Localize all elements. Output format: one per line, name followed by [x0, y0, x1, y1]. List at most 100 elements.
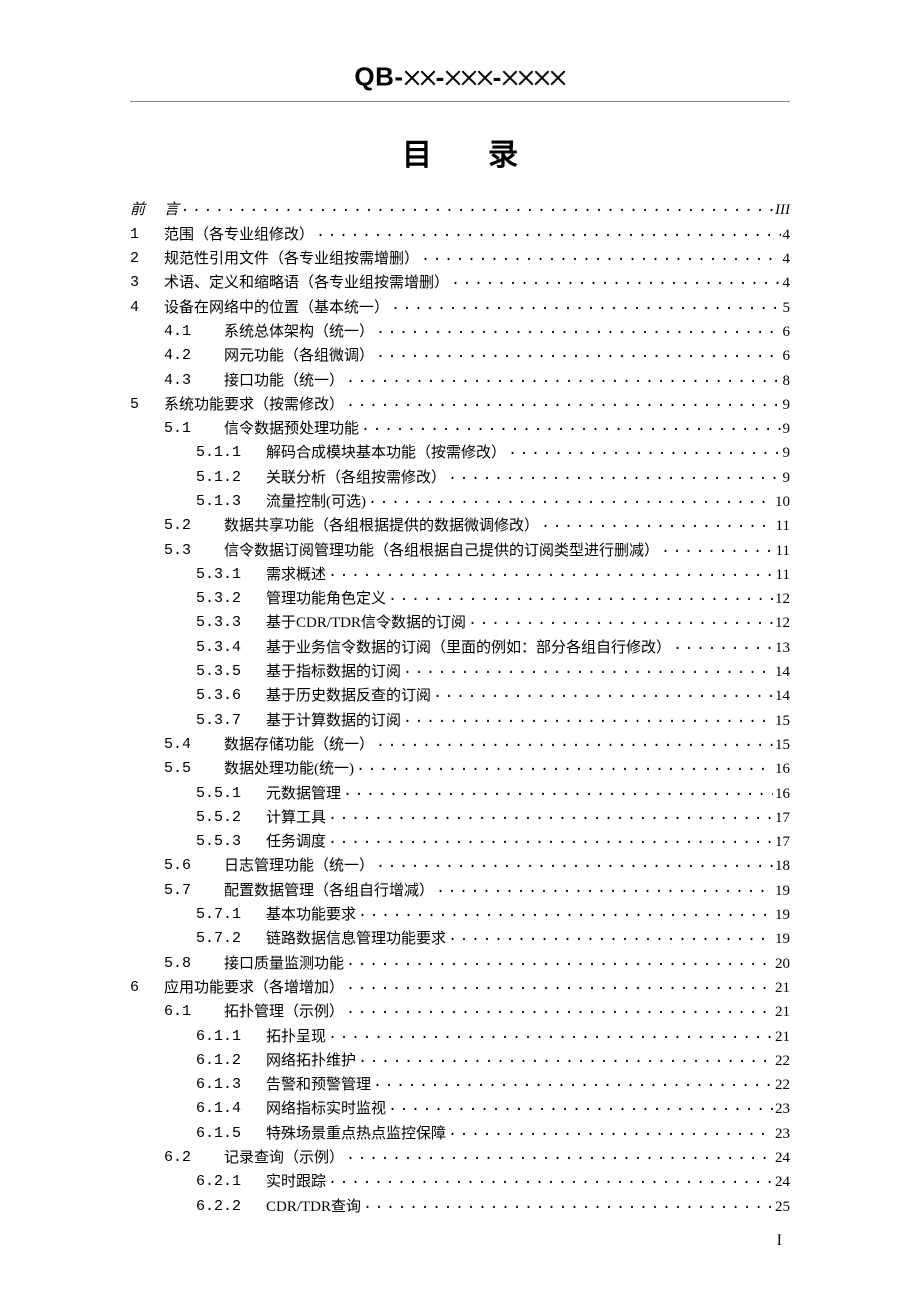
toc-text: 基于指标数据的订阅: [266, 660, 401, 684]
toc-entry[interactable]: 6.1.2网络拓扑维护22: [130, 1049, 790, 1073]
toc-leader: [541, 514, 774, 538]
doc-header: QB---: [130, 60, 790, 102]
toc-entry[interactable]: 5.5.3任务调度17: [130, 830, 790, 854]
toc-leader: [346, 1146, 773, 1170]
toc-entry[interactable]: 6.2.2CDR/TDR查询25: [130, 1195, 790, 1219]
toc-entry[interactable]: 6.1.5特殊场景重点热点监控保障23: [130, 1122, 790, 1146]
toc-page: 8: [783, 369, 791, 393]
toc-leader: [448, 1122, 773, 1146]
toc-entry[interactable]: 6应用功能要求（各增增加）21: [130, 976, 790, 1000]
toc-text: 流量控制(可选): [266, 490, 366, 514]
toc-entry[interactable]: 5.3.5基于指标数据的订阅14: [130, 660, 790, 684]
toc-leader: [391, 296, 780, 320]
toc-entry[interactable]: 5.4数据存储功能（统一）15: [130, 733, 790, 757]
toc-leader: [328, 830, 773, 854]
toc-text: 关联分析（各组按需修改）: [266, 466, 446, 490]
toc-entry[interactable]: 5.1.1解码合成模块基本功能（按需修改）9: [130, 441, 790, 465]
toc-entry[interactable]: 2规范性引用文件（各专业组按需增删）4: [130, 247, 790, 271]
toc-entry[interactable]: 1范围（各专业组修改）4: [130, 223, 790, 247]
toc-entry[interactable]: 5.3.1需求概述11: [130, 563, 790, 587]
toc-number: 5.5.3: [196, 830, 266, 854]
toc-number: 6.1.4: [196, 1097, 266, 1121]
toc-entry[interactable]: 5.5数据处理功能(统一)16: [130, 757, 790, 781]
toc-text: 范围（各专业组修改）: [164, 223, 314, 247]
toc-number: 6.1.2: [196, 1049, 266, 1073]
toc-text: 术语、定义和缩略语（各专业组按需增删）: [164, 271, 449, 295]
toc-entry[interactable]: 6.1.1拓扑呈现21: [130, 1025, 790, 1049]
toc-number: 4.1: [164, 320, 224, 344]
toc-entry[interactable]: 5.1.3流量控制(可选)10: [130, 490, 790, 514]
toc-entry[interactable]: 5.5.1元数据管理16: [130, 782, 790, 806]
toc-page: 13: [775, 636, 790, 660]
toc-entry[interactable]: 4设备在网络中的位置（基本统一）5: [130, 296, 790, 320]
toc-leader: [361, 417, 780, 441]
toc-entry[interactable]: 6.2.1实时跟踪24: [130, 1170, 790, 1194]
toc-text: 基于CDR/TDR信令数据的订阅: [266, 611, 466, 635]
toc-leader: [436, 879, 773, 903]
toc-entry[interactable]: 5.1信令数据预处理功能9: [130, 417, 790, 441]
header-code-block: --: [404, 61, 566, 94]
toc-entry[interactable]: 6.1拓扑管理（示例）21: [130, 1000, 790, 1024]
toc-entry[interactable]: 4.1系统总体架构（统一）6: [130, 320, 790, 344]
toc-page: 17: [775, 806, 790, 830]
toc-text: 基于业务信令数据的订阅（里面的例如：部分各组自行修改）: [266, 636, 671, 660]
toc-number: 5.3.6: [196, 684, 266, 708]
toc-entry[interactable]: 5.8接口质量监测功能20: [130, 952, 790, 976]
toc-number: 5.7: [164, 879, 224, 903]
toc-entry[interactable]: 前言III: [130, 198, 790, 222]
toc-number: 5.5: [164, 757, 224, 781]
toc-entry[interactable]: 4.3接口功能（统一）8: [130, 369, 790, 393]
toc-text: 实时跟踪: [266, 1170, 326, 1194]
toc-text: 网络拓扑维护: [266, 1049, 356, 1073]
toc-page: 21: [775, 1025, 790, 1049]
toc-entry[interactable]: 5.3.2管理功能角色定义12: [130, 587, 790, 611]
toc-text: 设备在网络中的位置（基本统一）: [164, 296, 389, 320]
toc-prefix: 前: [130, 198, 164, 222]
toc-entry[interactable]: 5.3.4基于业务信令数据的订阅（里面的例如：部分各组自行修改）13: [130, 636, 790, 660]
toc-entry[interactable]: 5.7.2链路数据信息管理功能要求19: [130, 927, 790, 951]
toc-page: 20: [775, 952, 790, 976]
toc-entry[interactable]: 5.3.6基于历史数据反查的订阅14: [130, 684, 790, 708]
toc-title: 目录: [130, 130, 790, 174]
toc-page: 24: [775, 1146, 790, 1170]
toc-entry[interactable]: 6.2记录查询（示例）24: [130, 1146, 790, 1170]
toc-text: 网元功能（各组微调）: [224, 344, 374, 368]
toc-number: 5.1.2: [196, 466, 266, 490]
toc-page: 19: [775, 903, 790, 927]
toc-page: 17: [775, 830, 790, 854]
toc-text: 告警和预警管理: [266, 1073, 371, 1097]
toc-entry[interactable]: 6.1.4网络指标实时监视23: [130, 1097, 790, 1121]
toc-leader: [433, 684, 773, 708]
toc-page: 12: [775, 587, 790, 611]
toc-entry[interactable]: 5.3信令数据订阅管理功能（各组根据自己提供的订阅类型进行删减）11: [130, 539, 790, 563]
toc-entry[interactable]: 5.7.1基本功能要求19: [130, 903, 790, 927]
toc-leader: [508, 441, 780, 465]
toc-entry[interactable]: 5.3.7基于计算数据的订阅15: [130, 709, 790, 733]
toc-entry[interactable]: 3术语、定义和缩略语（各专业组按需增删）4: [130, 271, 790, 295]
toc-page: 4: [783, 223, 791, 247]
toc-text: 解码合成模块基本功能（按需修改）: [266, 441, 506, 465]
toc-entry[interactable]: 5.5.2计算工具17: [130, 806, 790, 830]
toc-entry[interactable]: 5.2数据共享功能（各组根据提供的数据微调修改）11: [130, 514, 790, 538]
toc-entry[interactable]: 5.1.2关联分析（各组按需修改）9: [130, 466, 790, 490]
toc-text: 信令数据订阅管理功能（各组根据自己提供的订阅类型进行删减）: [224, 539, 659, 563]
toc-leader: [448, 927, 773, 951]
toc-number: 6.2.1: [196, 1170, 266, 1194]
toc-entry[interactable]: 6.1.3告警和预警管理22: [130, 1073, 790, 1097]
toc-entry[interactable]: 4.2网元功能（各组微调）6: [130, 344, 790, 368]
toc-entry[interactable]: 5系统功能要求（按需修改）9: [130, 393, 790, 417]
toc-entry[interactable]: 5.3.3基于CDR/TDR信令数据的订阅12: [130, 611, 790, 635]
title-part-b: 录: [488, 139, 518, 172]
toc-leader: [376, 344, 780, 368]
toc-number: 6: [130, 976, 164, 1000]
toc-page: 21: [775, 1000, 790, 1024]
toc-entry[interactable]: 5.6日志管理功能（统一）18: [130, 854, 790, 878]
toc-page: 16: [775, 757, 790, 781]
toc-entry[interactable]: 5.7配置数据管理（各组自行增减）19: [130, 879, 790, 903]
toc-number: 5.3.5: [196, 660, 266, 684]
toc-number: 5.2: [164, 514, 224, 538]
toc-number: 5.6: [164, 854, 224, 878]
toc-number: 6.1.5: [196, 1122, 266, 1146]
toc-text: 配置数据管理（各组自行增减）: [224, 879, 434, 903]
toc-page: 15: [775, 733, 790, 757]
